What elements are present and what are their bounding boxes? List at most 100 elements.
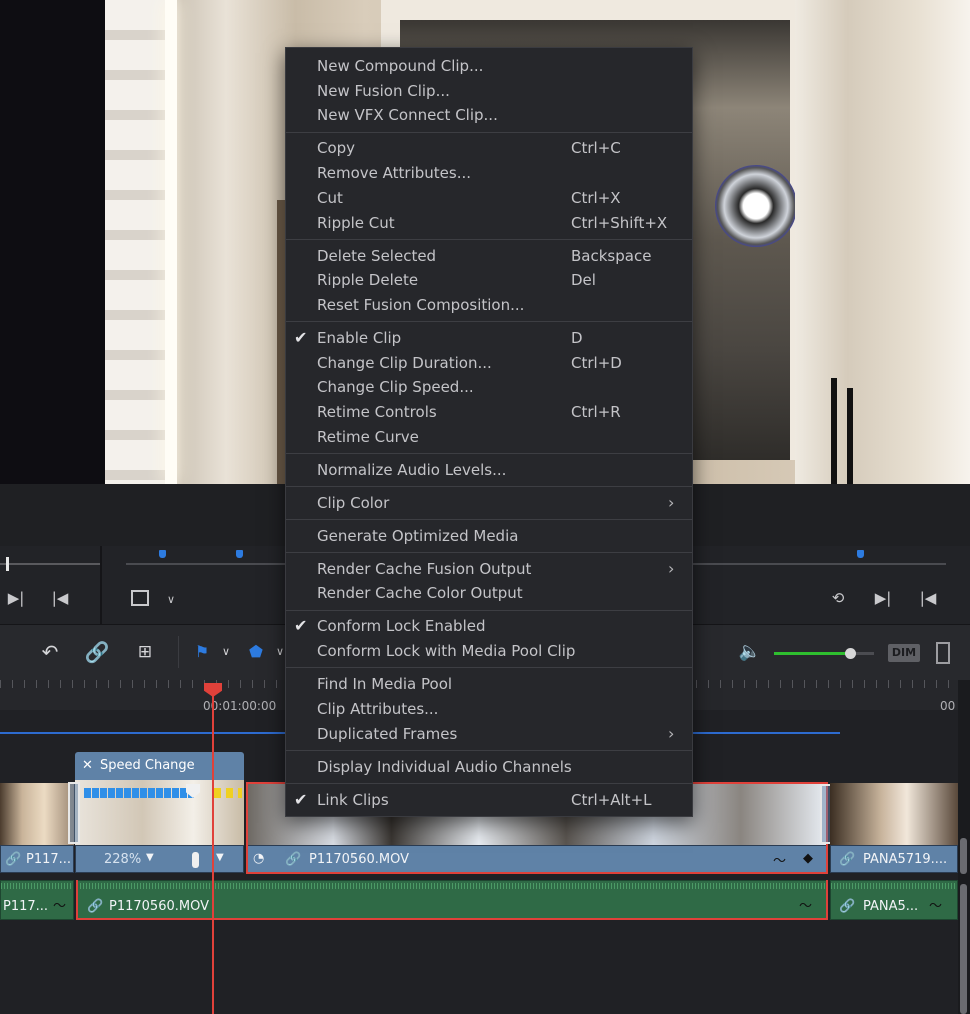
menu-item-label: New Fusion Clip... bbox=[317, 81, 450, 100]
menu-item-label: Enable Clip bbox=[317, 328, 402, 347]
menu-item-shortcut: Ctrl+X bbox=[571, 188, 621, 207]
menu-item-render-cache-color-output[interactable]: Render Cache Color Output bbox=[286, 581, 692, 605]
curve-icon[interactable]: 〜 bbox=[929, 895, 942, 914]
menu-item-duplicated-frames[interactable]: Duplicated Frames › bbox=[286, 722, 692, 746]
menu-item-shortcut: Ctrl+R bbox=[571, 403, 621, 421]
clip-name: PANA5719.... bbox=[863, 852, 948, 867]
chevron-right-icon: › bbox=[668, 492, 675, 512]
menu-item-conform-lock-with-media-pool-clip[interactable]: Conform Lock with Media Pool Clip bbox=[286, 639, 692, 663]
toolbar-divider bbox=[178, 636, 179, 668]
position-lock-icon[interactable]: ⊞ bbox=[131, 638, 159, 666]
audio-clip[interactable]: 🔗 PANA5... 〜 bbox=[830, 880, 958, 920]
source-scrub-bar[interactable] bbox=[0, 563, 100, 565]
split-view-icon[interactable] bbox=[936, 642, 950, 664]
speaker-icon[interactable]: 🔈 bbox=[736, 638, 764, 666]
menu-item-shortcut: D bbox=[571, 328, 583, 347]
chevron-down-icon[interactable]: ∨ bbox=[212, 638, 240, 666]
menu-item-shortcut: Ctrl+C bbox=[571, 139, 621, 158]
menu-separator bbox=[286, 453, 692, 455]
menu-separator bbox=[286, 667, 692, 669]
speed-ramp-indicator bbox=[214, 788, 242, 798]
source-viewer bbox=[0, 0, 100, 484]
frame-porthole bbox=[715, 165, 797, 247]
menu-item-cut[interactable]: Cut Ctrl+X bbox=[286, 186, 692, 210]
menu-item-shortcut: Backspace bbox=[571, 246, 652, 265]
menu-item-retime-curve[interactable]: Retime Curve bbox=[286, 425, 692, 449]
menu-item-change-clip-duration[interactable]: Change Clip Duration... Ctrl+D bbox=[286, 351, 692, 375]
chevron-down-icon[interactable]: ▼ bbox=[216, 852, 224, 863]
jump-prev-icon[interactable]: |◀ bbox=[50, 588, 70, 608]
jump-prev-icon[interactable]: |◀ bbox=[918, 588, 938, 608]
menu-item-label: Retime Curve bbox=[317, 427, 419, 446]
menu-item-new-fusion-clip[interactable]: New Fusion Clip... bbox=[286, 79, 692, 103]
chevron-down-icon[interactable]: ▼ bbox=[146, 852, 154, 863]
menu-item-find-in-media-pool[interactable]: Find In Media Pool bbox=[286, 672, 692, 696]
menu-separator bbox=[286, 782, 692, 784]
menu-item-remove-attributes[interactable]: Remove Attributes... bbox=[286, 161, 692, 185]
menu-item-copy[interactable]: Copy Ctrl+C bbox=[286, 136, 692, 160]
menu-item-display-individual-audio-channels[interactable]: Display Individual Audio Channels bbox=[286, 755, 692, 779]
dim-button[interactable]: DIM bbox=[888, 644, 920, 662]
menu-item-label: Generate Optimized Media bbox=[317, 526, 519, 545]
menu-item-label: Reset Fusion Composition... bbox=[317, 295, 525, 314]
volume-slider-handle[interactable] bbox=[845, 648, 856, 659]
audio-clip[interactable]: P117... 〜 bbox=[0, 880, 74, 920]
menu-item-conform-lock-enabled[interactable]: ✔ Conform Lock Enabled bbox=[286, 614, 692, 638]
menu-separator bbox=[286, 131, 692, 133]
jump-next-icon[interactable]: ▶| bbox=[873, 588, 893, 608]
menu-item-ripple-cut[interactable]: Ripple Cut Ctrl+Shift+X bbox=[286, 211, 692, 235]
menu-item-delete-selected[interactable]: Delete Selected Backspace bbox=[286, 244, 692, 268]
scroll-thumb[interactable] bbox=[960, 884, 967, 1014]
close-icon[interactable]: ✕ bbox=[82, 758, 93, 773]
speed-control-bar[interactable]: 228% ▼ ▼ bbox=[75, 845, 244, 873]
menu-item-label: Delete Selected bbox=[317, 246, 437, 265]
menu-item-label: Find In Media Pool bbox=[317, 675, 453, 694]
marker-icon[interactable] bbox=[857, 550, 864, 558]
loop-icon[interactable]: ⟲ bbox=[826, 588, 850, 608]
clip-trim-handle[interactable] bbox=[68, 782, 80, 844]
menu-item-retime-controls[interactable]: Retime Controls Ctrl+R bbox=[286, 400, 692, 424]
playhead-line[interactable] bbox=[212, 690, 214, 1014]
menu-item-reset-fusion-composition[interactable]: Reset Fusion Composition... bbox=[286, 293, 692, 317]
menu-item-label: Duplicated Frames bbox=[317, 724, 458, 743]
video-clip[interactable]: 🔗 P117... bbox=[0, 845, 74, 873]
menu-item-label: Clip Attributes... bbox=[317, 699, 439, 718]
source-scrub-handle[interactable] bbox=[6, 557, 9, 571]
audio-waveform bbox=[831, 883, 957, 889]
menu-item-new-compound-clip[interactable]: New Compound Clip... bbox=[286, 54, 692, 78]
marker-icon[interactable] bbox=[159, 550, 166, 558]
clip-name: P117... bbox=[3, 899, 49, 914]
link-icon: 🔗 bbox=[839, 852, 856, 867]
menu-item-clip-color[interactable]: Clip Color › bbox=[286, 491, 692, 515]
menu-item-label: Normalize Audio Levels... bbox=[317, 460, 507, 479]
menu-item-ripple-delete[interactable]: Ripple Delete Del bbox=[286, 268, 692, 292]
menu-item-render-cache-fusion-output[interactable]: Render Cache Fusion Output › bbox=[286, 557, 692, 581]
menu-item-enable-clip[interactable]: ✔ Enable Clip D bbox=[286, 326, 692, 350]
speed-change-header[interactable]: ✕ Speed Change bbox=[75, 752, 244, 780]
menu-item-label: Clip Color bbox=[317, 493, 390, 512]
chevron-right-icon: › bbox=[668, 558, 675, 578]
chevron-down-icon[interactable]: ∨ bbox=[162, 590, 180, 610]
jump-next-icon[interactable]: ▶| bbox=[6, 588, 26, 608]
menu-separator bbox=[286, 552, 692, 554]
scroll-thumb[interactable] bbox=[960, 838, 967, 874]
menu-item-generate-optimized-media[interactable]: Generate Optimized Media bbox=[286, 524, 692, 548]
menu-item-shortcut: Ctrl+Alt+L bbox=[571, 790, 652, 809]
link-icon[interactable]: 🔗 bbox=[83, 638, 111, 666]
snap-icon[interactable]: ↶ bbox=[36, 638, 64, 666]
curve-icon[interactable]: 〜 bbox=[53, 895, 66, 914]
menu-separator bbox=[286, 321, 692, 323]
video-clip[interactable]: 🔗 PANA5719.... bbox=[830, 845, 958, 873]
menu-item-new-vfx-connect-clip[interactable]: New VFX Connect Clip... bbox=[286, 103, 692, 127]
speed-percent[interactable]: 228% bbox=[104, 852, 141, 867]
checkmark-icon: ✔ bbox=[294, 616, 308, 636]
menu-item-clip-attributes[interactable]: Clip Attributes... bbox=[286, 697, 692, 721]
menu-item-label: Conform Lock with Media Pool Clip bbox=[317, 642, 576, 661]
menu-item-normalize-audio-levels[interactable]: Normalize Audio Levels... bbox=[286, 458, 692, 482]
speed-handle[interactable] bbox=[192, 852, 199, 868]
crop-icon[interactable] bbox=[131, 590, 149, 606]
marker-icon[interactable] bbox=[236, 550, 243, 558]
menu-item-change-clip-speed[interactable]: Change Clip Speed... bbox=[286, 375, 692, 399]
menu-item-label: Copy bbox=[317, 139, 356, 158]
menu-item-link-clips[interactable]: ✔ Link Clips Ctrl+Alt+L bbox=[286, 788, 692, 812]
